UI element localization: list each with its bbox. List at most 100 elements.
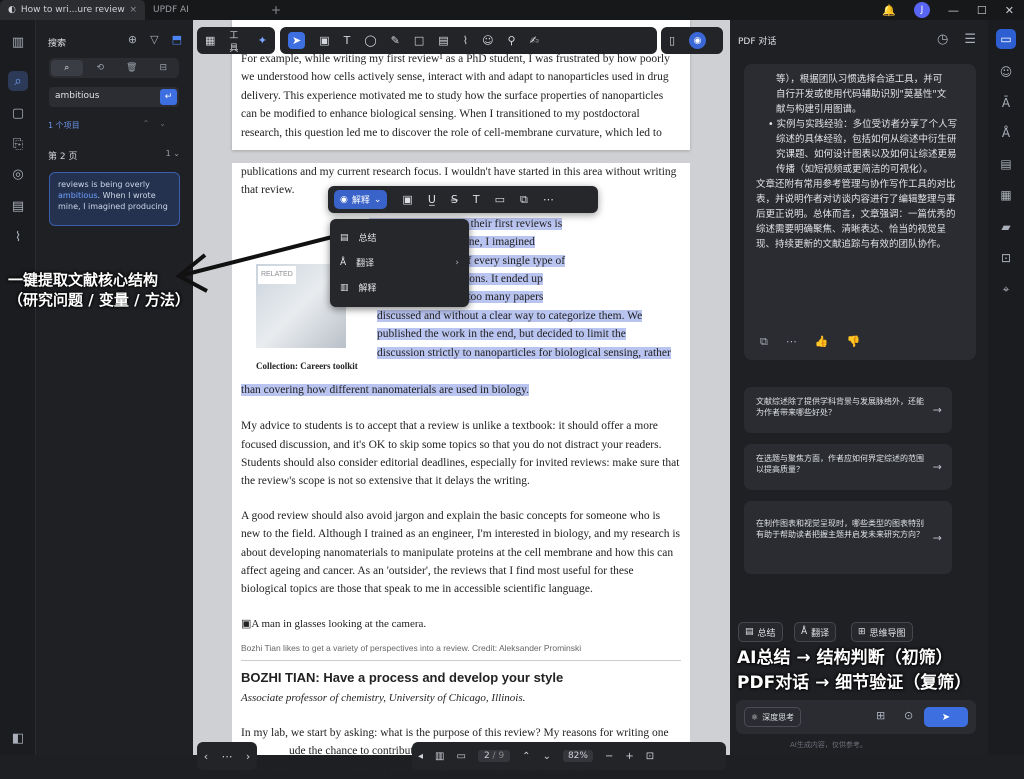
- search-mode-replace-icon[interactable]: ⟲: [85, 58, 117, 78]
- search-mode-search-icon[interactable]: ⌕: [51, 60, 83, 76]
- filter-icon[interactable]: ▽: [150, 33, 158, 46]
- result-page-count[interactable]: 1 ⌄: [166, 149, 180, 158]
- result-nav-arrows[interactable]: ⌃⌄: [143, 119, 176, 128]
- pin-icon[interactable]: ⬒: [172, 33, 182, 46]
- stamp-tool-icon[interactable]: ⚲: [508, 34, 516, 47]
- copy-icon[interactable]: ⧉: [760, 335, 768, 349]
- suggestion-3[interactable]: 在制作图表和视觉呈现时，哪些类型的图表特别有助于帮助读者把握主题并启发未来研究方…: [744, 501, 952, 574]
- tab-updf-ai[interactable]: UPDF AI: [145, 0, 265, 20]
- text-tool-icon[interactable]: T: [473, 193, 480, 206]
- toolbox-icon[interactable]: ▦: [205, 34, 215, 47]
- search-plus-icon[interactable]: ⊕: [128, 33, 137, 46]
- screenshot-icon[interactable]: ⊙: [904, 709, 913, 722]
- next-icon[interactable]: ›: [246, 750, 250, 763]
- image-upload-icon[interactable]: ⊞: [876, 709, 885, 722]
- form-icon[interactable]: ▦: [996, 185, 1016, 205]
- prev-icon[interactable]: ‹: [204, 750, 208, 763]
- compress-icon[interactable]: ⊡: [996, 248, 1016, 268]
- menu-item-translate[interactable]: Å 翻译 ›: [330, 250, 469, 275]
- more-icon[interactable]: ⋯: [221, 750, 232, 763]
- selected-line[interactable]: than covering how different nanomaterial…: [241, 383, 530, 396]
- enter-icon[interactable]: ↵: [160, 89, 177, 105]
- shape-tool-icon[interactable]: □: [414, 34, 424, 47]
- tab-document[interactable]: ◐ How to wri...ure review ×: [0, 0, 145, 20]
- signature-tool-icon[interactable]: ✍: [530, 34, 539, 47]
- text-box-icon[interactable]: ▣: [319, 34, 329, 47]
- thumbs-down-icon[interactable]: 👎: [847, 335, 861, 349]
- sticker-tool-icon[interactable]: ☺: [482, 34, 493, 47]
- zoom-level[interactable]: 82%: [562, 750, 593, 762]
- related-collection[interactable]: Collection: Careers toolkit: [256, 357, 358, 375]
- menu-item-summarize[interactable]: ▤ 总结: [330, 225, 469, 250]
- close-window-icon[interactable]: ✕: [1005, 4, 1014, 17]
- page-up-icon[interactable]: ⌃: [522, 751, 530, 762]
- pages-icon[interactable]: ▢: [8, 103, 28, 123]
- document-icon[interactable]: ▤: [996, 154, 1016, 174]
- zoom-out-icon[interactable]: −: [605, 751, 613, 762]
- underline-icon[interactable]: U̲: [428, 193, 436, 206]
- maximize-icon[interactable]: ☐: [977, 4, 987, 17]
- more-icon[interactable]: ⋯: [786, 335, 797, 349]
- page-down-icon[interactable]: ⌄: [543, 751, 551, 762]
- search-icon[interactable]: ⌕: [8, 71, 28, 91]
- tools-label[interactable]: 工具: [229, 28, 243, 54]
- copy-icon[interactable]: ⧉: [520, 193, 528, 207]
- collapse-icon[interactable]: ◂: [418, 751, 423, 762]
- zoom-in-icon[interactable]: +: [625, 751, 633, 762]
- settings-icon[interactable]: ☰: [964, 32, 976, 47]
- menu-item-explain[interactable]: ▥ 解释: [330, 275, 469, 300]
- panel-icon[interactable]: ▥: [8, 32, 28, 52]
- text-tool-icon[interactable]: T: [344, 34, 351, 47]
- search-mode-redact-icon[interactable]: ⊟: [148, 58, 180, 78]
- search-result-item[interactable]: reviews is being overly ambitious. When …: [49, 172, 180, 226]
- selected-text-cont[interactable]: discussed and without a clear way to cat…: [377, 307, 697, 362]
- disclaimer: AI生成内容，仅供参考。: [790, 741, 867, 749]
- search-input[interactable]: ambitious ↵: [49, 87, 179, 107]
- quick-translate-button[interactable]: Å 翻译: [794, 622, 837, 642]
- table-tool-icon[interactable]: ▤: [438, 34, 448, 47]
- history-icon[interactable]: ◷: [937, 32, 948, 47]
- chat-input[interactable]: ⚛ 深度思考 ⊞ ⊙ ➤: [736, 700, 976, 734]
- bookmark-icon[interactable]: ⎘: [8, 134, 28, 154]
- thumbs-up-icon[interactable]: 👍: [815, 335, 829, 349]
- form-icon[interactable]: ▤: [8, 196, 28, 216]
- avatar[interactable]: J: [913, 2, 930, 18]
- fit-page-icon[interactable]: ⊡: [646, 751, 654, 762]
- attach-tool-icon[interactable]: ⌇: [463, 34, 468, 47]
- sidebar-toggle-icon[interactable]: ◧: [8, 728, 28, 748]
- suggestion-2[interactable]: 在选题与聚焦方面，作者应如何界定综述的范围以提高质量？ →: [744, 444, 952, 490]
- ai-sparkle-icon[interactable]: ✦: [258, 34, 267, 47]
- ai-assistant-icon[interactable]: ◉: [689, 32, 707, 49]
- minimize-icon[interactable]: —: [948, 4, 959, 17]
- text-box-icon[interactable]: ▣: [402, 193, 412, 206]
- search-mode-delete-icon[interactable]: 🗑: [116, 58, 148, 78]
- ai-explain-button[interactable]: ◉ 解释 ⌄: [334, 190, 388, 209]
- folder-icon[interactable]: ▰: [996, 217, 1016, 237]
- strikethrough-icon[interactable]: S̶: [451, 193, 458, 206]
- chat-icon[interactable]: ▭: [996, 29, 1016, 49]
- quick-mindmap-button[interactable]: ⊞ 思维导图: [851, 622, 913, 642]
- bell-icon[interactable]: 🔔: [882, 4, 896, 17]
- attachment-icon[interactable]: ⌇: [8, 227, 28, 247]
- translate-icon[interactable]: Å: [996, 123, 1016, 143]
- page-number-input[interactable]: 2 / 9: [477, 750, 511, 762]
- more-icon[interactable]: ⋯: [543, 193, 554, 206]
- text-recognize-icon[interactable]: Ā: [996, 93, 1016, 113]
- comment-view-icon[interactable]: ▭: [456, 751, 465, 762]
- suggestion-1[interactable]: 文献综述除了提供学科背景与发展脉络外，还能为作者带来哪些好处？ →: [744, 387, 952, 433]
- comment-tool-icon[interactable]: ◯: [364, 34, 376, 47]
- deep-think-toggle[interactable]: ⚛ 深度思考: [744, 707, 802, 727]
- document-viewer[interactable]: For example, while writing my first revi…: [175, 20, 730, 775]
- layout-icon[interactable]: ▥: [435, 751, 444, 762]
- clipboard-icon[interactable]: ▯: [669, 34, 675, 47]
- select-tool-icon[interactable]: ➤: [288, 32, 306, 49]
- comment-icon[interactable]: ▭: [495, 193, 505, 206]
- highlight-tool-icon[interactable]: ✎: [391, 34, 400, 47]
- comment-icon[interactable]: ◎: [8, 164, 28, 184]
- quick-summarize-button[interactable]: ▤ 总结: [738, 622, 783, 642]
- tab-close-icon[interactable]: ×: [129, 5, 137, 15]
- new-tab-button[interactable]: +: [271, 3, 281, 17]
- present-icon[interactable]: ⌖: [996, 279, 1016, 299]
- emoji-icon[interactable]: ☺: [996, 62, 1016, 82]
- send-button[interactable]: ➤: [924, 707, 968, 727]
